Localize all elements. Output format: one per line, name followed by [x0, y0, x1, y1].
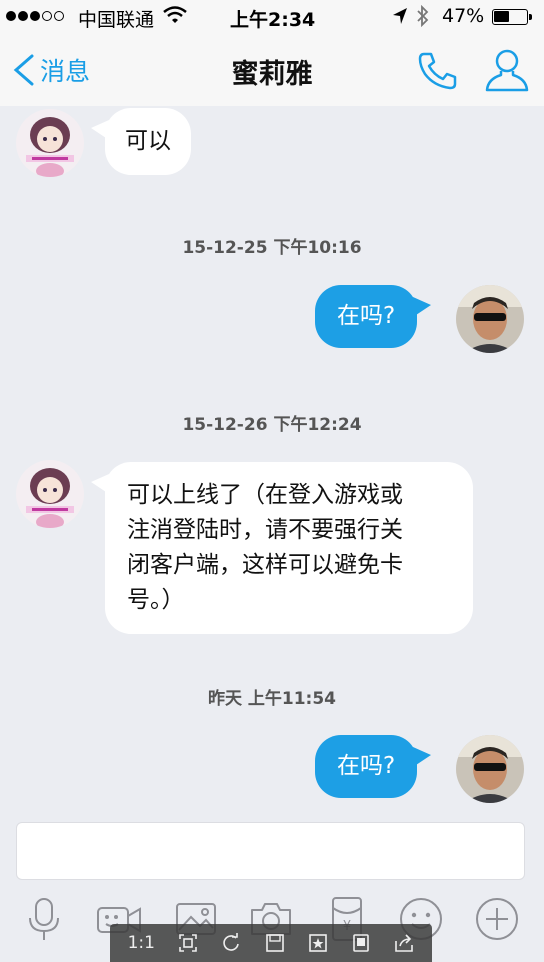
share-button[interactable]: [394, 928, 414, 958]
fit-icon: [179, 934, 198, 952]
location-arrow-icon: [393, 8, 407, 24]
message-text: 在吗?: [337, 303, 396, 329]
chat-area[interactable]: 可以 15-12-25 下午10:16 在吗? 15-12-26 下午12:24: [0, 106, 544, 816]
more-button[interactable]: [474, 896, 520, 942]
wifi-icon: [163, 6, 187, 23]
share-icon: [395, 934, 414, 952]
message-line: 可以上线了（在登入游戏或: [127, 482, 403, 508]
chevron-left-icon: [13, 54, 34, 86]
zoom-actual-size-button[interactable]: 1:1: [128, 928, 155, 958]
status-bar: 中国联通 上午2:34 47%: [0, 0, 544, 34]
favorite-icon: [309, 934, 327, 952]
message-input[interactable]: [16, 822, 525, 880]
timestamp: 昨天 上午11:54: [207, 689, 337, 709]
message-line: 注消登陆时，请不要强行关: [127, 517, 403, 543]
favorite-button[interactable]: [308, 928, 328, 958]
anime-avatar-icon: [16, 109, 84, 177]
my-avatar[interactable]: [456, 735, 524, 803]
my-avatar[interactable]: [456, 285, 524, 353]
viewer-toolbar: 1:1: [110, 924, 432, 962]
status-time: 上午2:34: [230, 9, 316, 31]
bluetooth-icon: [417, 5, 429, 27]
signal-strength-icon: [6, 11, 64, 21]
battery-icon: [492, 9, 528, 25]
save-icon: [265, 934, 284, 952]
tablet-button[interactable]: [351, 928, 371, 958]
zoom-label: 1:1: [127, 933, 155, 953]
message-bubble-outgoing[interactable]: 在吗?: [315, 285, 432, 348]
microphone-icon: [29, 898, 59, 940]
message-bubble-incoming[interactable]: 可以上线了（在登入游戏或 注消登陆时，请不要强行关 闭客户端，这样可以避免卡 号…: [91, 462, 473, 634]
contact-avatar[interactable]: [16, 109, 84, 177]
message-line: 号。）: [127, 587, 185, 613]
fit-button[interactable]: [178, 928, 198, 958]
rotate-icon: [223, 933, 240, 951]
nav-bar: 消息 蜜莉雅: [0, 34, 544, 106]
tablet-icon: [353, 934, 369, 952]
phone-icon[interactable]: [416, 50, 460, 92]
battery-percent: 47%: [442, 5, 485, 27]
message-line: 闭客户端，这样可以避免卡: [127, 552, 403, 578]
rotate-button[interactable]: [221, 928, 241, 958]
timestamp: 15-12-25 下午10:16: [182, 238, 362, 258]
save-button[interactable]: [265, 928, 285, 958]
user-photo-icon: [456, 735, 524, 803]
message-text: 在吗?: [337, 753, 396, 779]
plus-icon: [476, 898, 518, 940]
user-photo-icon: [456, 285, 524, 353]
message-bubble-incoming[interactable]: 可以: [91, 108, 191, 175]
contact-avatar[interactable]: [16, 460, 84, 528]
microphone-button[interactable]: [21, 896, 67, 942]
message-bubble-outgoing[interactable]: 在吗?: [315, 735, 432, 798]
back-button[interactable]: 消息: [10, 52, 90, 88]
profile-icon[interactable]: [484, 46, 530, 96]
anime-avatar-icon: [16, 460, 84, 528]
timestamp: 15-12-26 下午12:24: [182, 415, 362, 435]
carrier-name: 中国联通: [78, 9, 155, 31]
message-text: 可以: [125, 128, 171, 154]
back-label: 消息: [40, 57, 91, 86]
